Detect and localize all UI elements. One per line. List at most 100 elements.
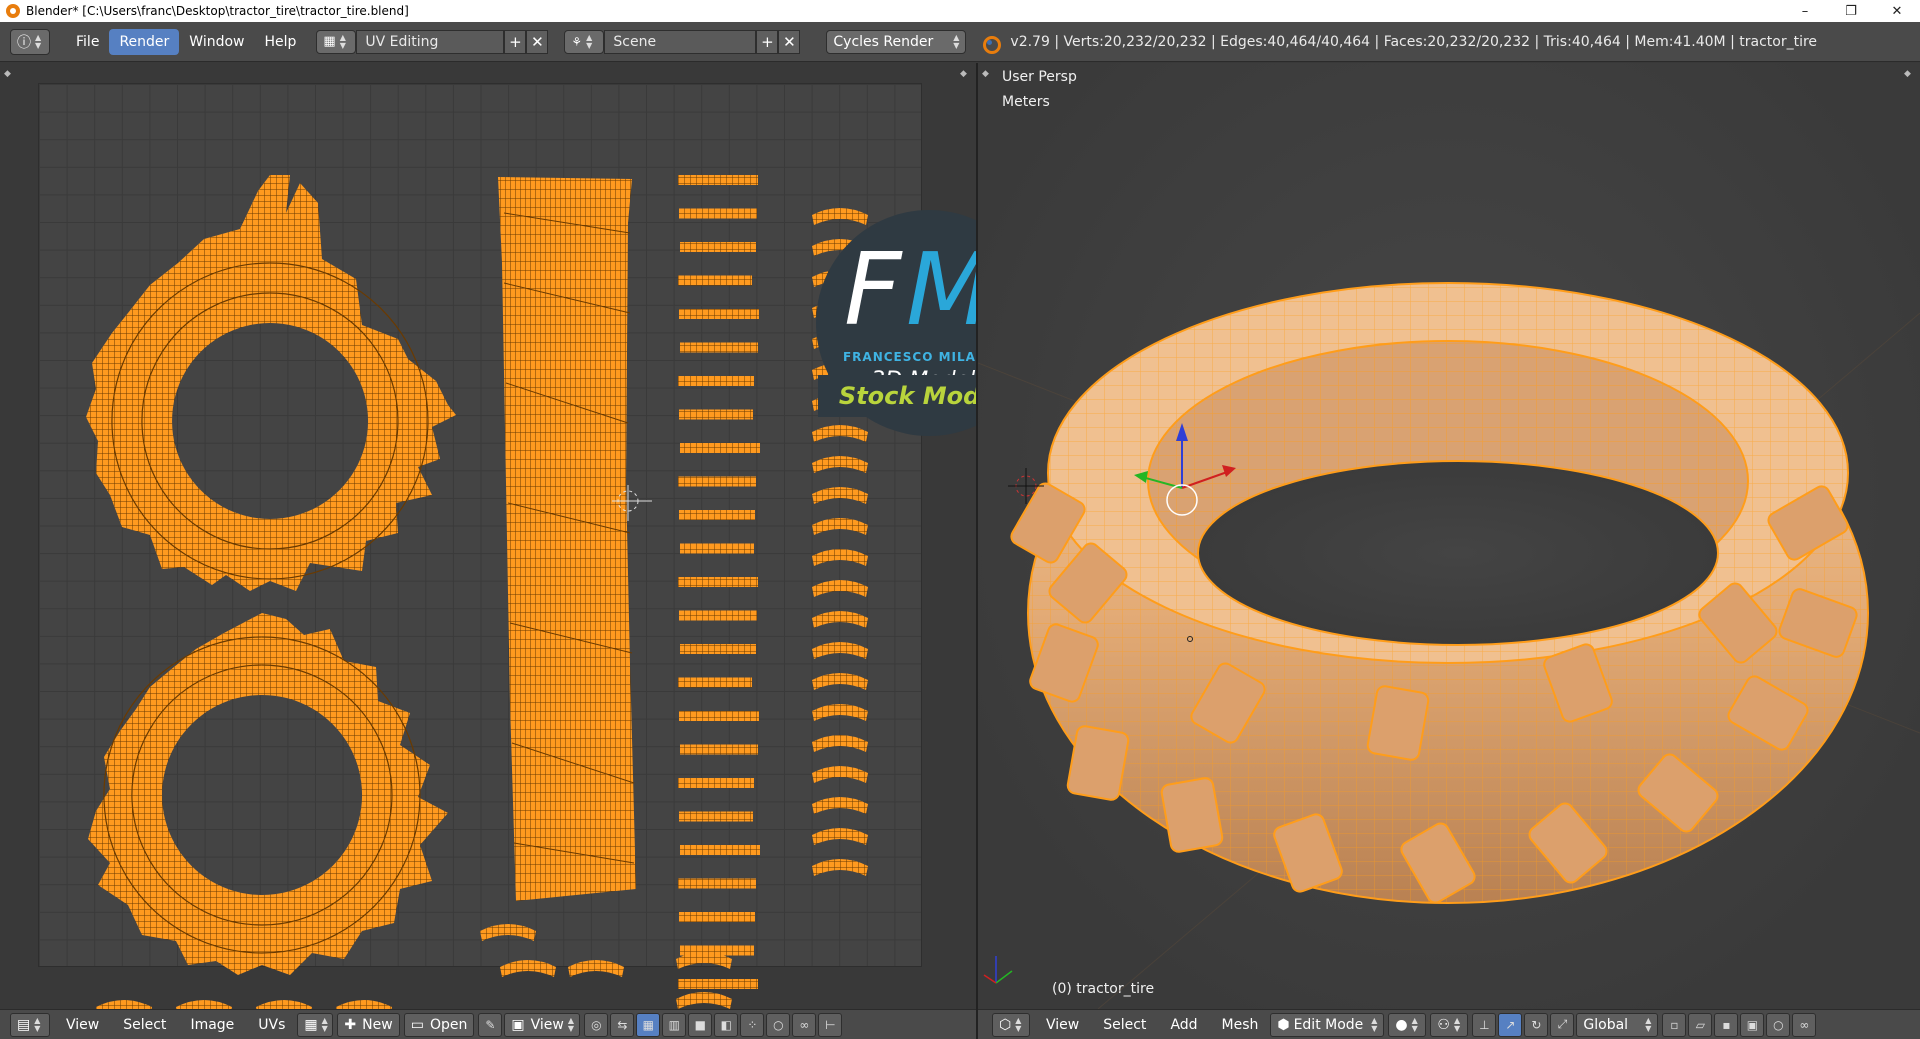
- island-select-icon[interactable]: ◧: [714, 1012, 739, 1037]
- uv-curved-lug-island[interactable]: [812, 487, 868, 504]
- uv-curved-lug-island[interactable]: [812, 611, 868, 628]
- uv-curved-lug-island[interactable]: [812, 828, 868, 845]
- restore-button[interactable]: ❐: [1828, 0, 1874, 22]
- uv-lug-island[interactable]: [679, 208, 757, 219]
- face-mode-icon[interactable]: ▪: [1714, 1012, 1739, 1037]
- orientation-dropdown[interactable]: Global ▲ ▼: [1576, 1012, 1659, 1037]
- pivot-icon[interactable]: ◎: [584, 1012, 609, 1037]
- vp-menu-view[interactable]: View: [1034, 1017, 1091, 1033]
- uv-menu-select[interactable]: Select: [111, 1017, 178, 1033]
- editor-type-info-button[interactable]: ⓘ ▲ ▼: [10, 28, 50, 55]
- uv-lug-island[interactable]: [680, 443, 760, 453]
- uv-lug-island[interactable]: [679, 711, 759, 721]
- vp-menu-add[interactable]: Add: [1158, 1017, 1209, 1033]
- uv-curved-lug-island[interactable]: [812, 735, 868, 752]
- edge-select-icon[interactable]: ▥: [662, 1012, 687, 1037]
- uv-tread-strip[interactable]: [498, 177, 636, 901]
- menu-render[interactable]: Render: [109, 28, 180, 55]
- uv-curved-lug-island[interactable]: [812, 425, 868, 442]
- menu-file[interactable]: File: [66, 29, 109, 55]
- vp-menu-select[interactable]: Select: [1091, 1017, 1158, 1033]
- uv-lug-island[interactable]: [680, 644, 756, 654]
- scene-field[interactable]: Scene: [604, 29, 757, 54]
- uv-curved-lug-island[interactable]: [568, 960, 624, 977]
- uv-curved-lug-island[interactable]: [812, 549, 868, 566]
- rotate-manipulator-icon[interactable]: ↻: [1524, 1012, 1549, 1037]
- uv-lug-island[interactable]: [678, 677, 752, 688]
- vp-proportional-edit-icon[interactable]: ○: [1766, 1012, 1791, 1037]
- uv-curved-lug-island[interactable]: [812, 704, 868, 721]
- snap-icon[interactable]: ∞: [792, 1012, 817, 1037]
- uv-lug-island[interactable]: [680, 744, 758, 755]
- uv-lug-island[interactable]: [679, 409, 753, 420]
- delete-scene-button[interactable]: ✕: [778, 29, 801, 54]
- uv-lug-island[interactable]: [678, 275, 752, 286]
- tire-lug[interactable]: [1366, 685, 1430, 761]
- uv-menu-image[interactable]: Image: [178, 1017, 246, 1033]
- tire-lug[interactable]: [1160, 777, 1224, 853]
- uv-lug-island[interactable]: [679, 309, 759, 319]
- uv-ring-island-bottom[interactable]: [88, 613, 448, 975]
- uv-curved-lug-island[interactable]: [812, 797, 868, 814]
- uv-curved-lug-island[interactable]: [336, 1000, 392, 1009]
- uv-lug-island[interactable]: [678, 577, 758, 587]
- editor-type-button[interactable]: ▤ ▲ ▼: [10, 1012, 50, 1037]
- uv-curved-lug-island[interactable]: [812, 580, 868, 597]
- add-scene-button[interactable]: +: [756, 29, 779, 54]
- proportional-edit-icon[interactable]: ○: [766, 1012, 791, 1037]
- occlude-geometry-icon[interactable]: ▣: [1740, 1012, 1765, 1037]
- edge-mode-icon[interactable]: ▱: [1688, 1012, 1713, 1037]
- uv-lug-island[interactable]: [678, 979, 758, 989]
- uv-lug-island[interactable]: [680, 342, 758, 353]
- uv-lug-island[interactable]: [679, 912, 755, 922]
- uv-curved-lug-island[interactable]: [812, 859, 868, 876]
- uv-lug-island[interactable]: [678, 878, 756, 889]
- vertex-select-icon[interactable]: ▦: [636, 1012, 661, 1037]
- menu-window[interactable]: Window: [179, 29, 254, 55]
- tire-lug[interactable]: [1066, 725, 1130, 801]
- view-mode-dropdown[interactable]: ▣ View ▲ ▼: [504, 1012, 581, 1037]
- vertex-mode-icon[interactable]: ▫: [1662, 1012, 1687, 1037]
- scale-manipulator-icon[interactable]: ⤢: [1550, 1012, 1575, 1037]
- uv-lug-island[interactable]: [678, 778, 754, 788]
- uv-curved-lug-island[interactable]: [812, 518, 868, 535]
- tractor-tire-mesh[interactable]: [978, 63, 1920, 1009]
- viewport-editor-type-button[interactable]: ⬡ ▲ ▼: [992, 1012, 1030, 1037]
- uv-islands[interactable]: [0, 63, 976, 1009]
- close-button[interactable]: ✕: [1874, 0, 1920, 22]
- translate-manipulator-icon[interactable]: ↗: [1498, 1012, 1523, 1037]
- manipulator-toggle-icon[interactable]: ⊥: [1472, 1012, 1497, 1037]
- uv-lug-island[interactable]: [678, 175, 758, 185]
- uv-curved-lug-island[interactable]: [812, 456, 868, 473]
- uv-curved-lug-island[interactable]: [256, 1000, 312, 1009]
- minimize-button[interactable]: –: [1782, 0, 1828, 22]
- uv-curved-lug-island[interactable]: [812, 673, 868, 690]
- mode-dropdown[interactable]: ⬢ Edit Mode ▲ ▼: [1270, 1012, 1385, 1037]
- screen-layout-field[interactable]: UV Editing: [356, 29, 505, 54]
- shading-dropdown[interactable]: ● ▲ ▼: [1388, 1012, 1427, 1037]
- uv-menu-view[interactable]: View: [54, 1017, 111, 1033]
- pin-icon[interactable]: ✎: [478, 1012, 503, 1037]
- uv-curved-lug-island[interactable]: [480, 924, 536, 941]
- open-image-button[interactable]: ▭ Open: [403, 1012, 475, 1037]
- add-screen-button[interactable]: +: [504, 29, 527, 54]
- uv-curved-lug-island[interactable]: [812, 208, 868, 225]
- screen-layout-browse-button[interactable]: ▦ ▲ ▼: [316, 29, 357, 54]
- uv-image-editor[interactable]: ◆ ◆ F M FRANCESCO MILANESE Stock Models: [0, 63, 1042, 1009]
- vp-menu-mesh[interactable]: Mesh: [1210, 1017, 1271, 1033]
- uv-lug-island[interactable]: [679, 510, 755, 520]
- delete-screen-button[interactable]: ✕: [526, 29, 549, 54]
- snap-element-icon[interactable]: ⊢: [818, 1012, 843, 1037]
- uv-lug-island[interactable]: [679, 811, 753, 822]
- sticky-select-icon[interactable]: ⁘: [740, 1012, 765, 1037]
- uv-lug-island[interactable]: [679, 610, 757, 621]
- image-browse-button[interactable]: ▦ ▲ ▼: [297, 1012, 334, 1037]
- pivot-dropdown[interactable]: ⚇ ▲ ▼: [1430, 1012, 1469, 1037]
- uv-lug-island[interactable]: [678, 376, 754, 386]
- scene-browse-button[interactable]: ⚘ ▲ ▼: [564, 29, 605, 54]
- menu-help[interactable]: Help: [254, 29, 306, 55]
- uv-curved-lug-island[interactable]: [176, 1000, 232, 1009]
- vp-snap-icon[interactable]: ∞: [1792, 1012, 1817, 1037]
- new-image-button[interactable]: ✚ New: [337, 1012, 400, 1037]
- 3d-viewport[interactable]: ◆ ◆ User Persp Meters (0) tractor_tire: [978, 63, 1920, 1009]
